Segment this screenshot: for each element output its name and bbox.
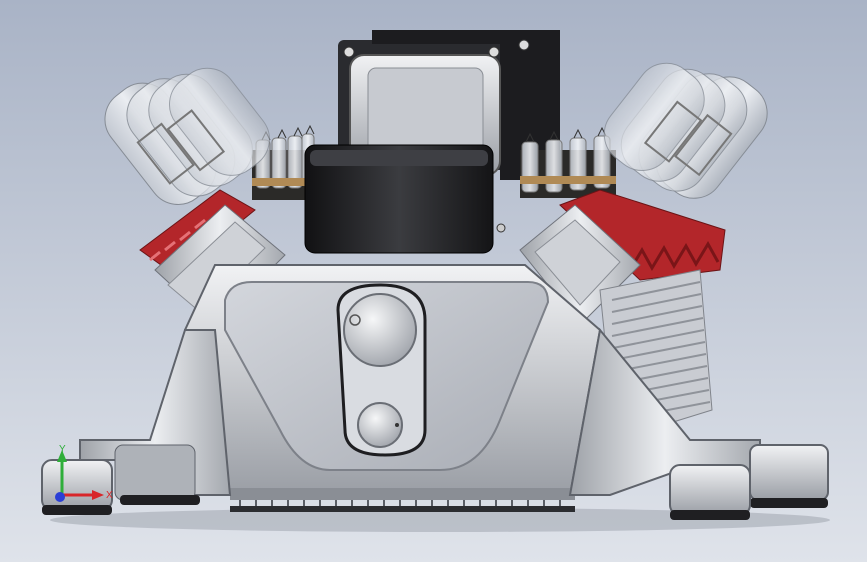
amplifier-3d-model[interactable]: Y X <box>0 0 867 562</box>
volume-knob[interactable] <box>343 293 417 367</box>
z-axis-marker <box>55 492 65 502</box>
y-axis-label: Y <box>59 444 66 455</box>
x-axis-label: X <box>106 490 113 501</box>
right-foot <box>669 464 751 520</box>
output-transformer <box>304 144 506 254</box>
selector-knob-indicator <box>395 423 399 427</box>
cad-viewport[interactable]: Y X <box>0 0 867 562</box>
